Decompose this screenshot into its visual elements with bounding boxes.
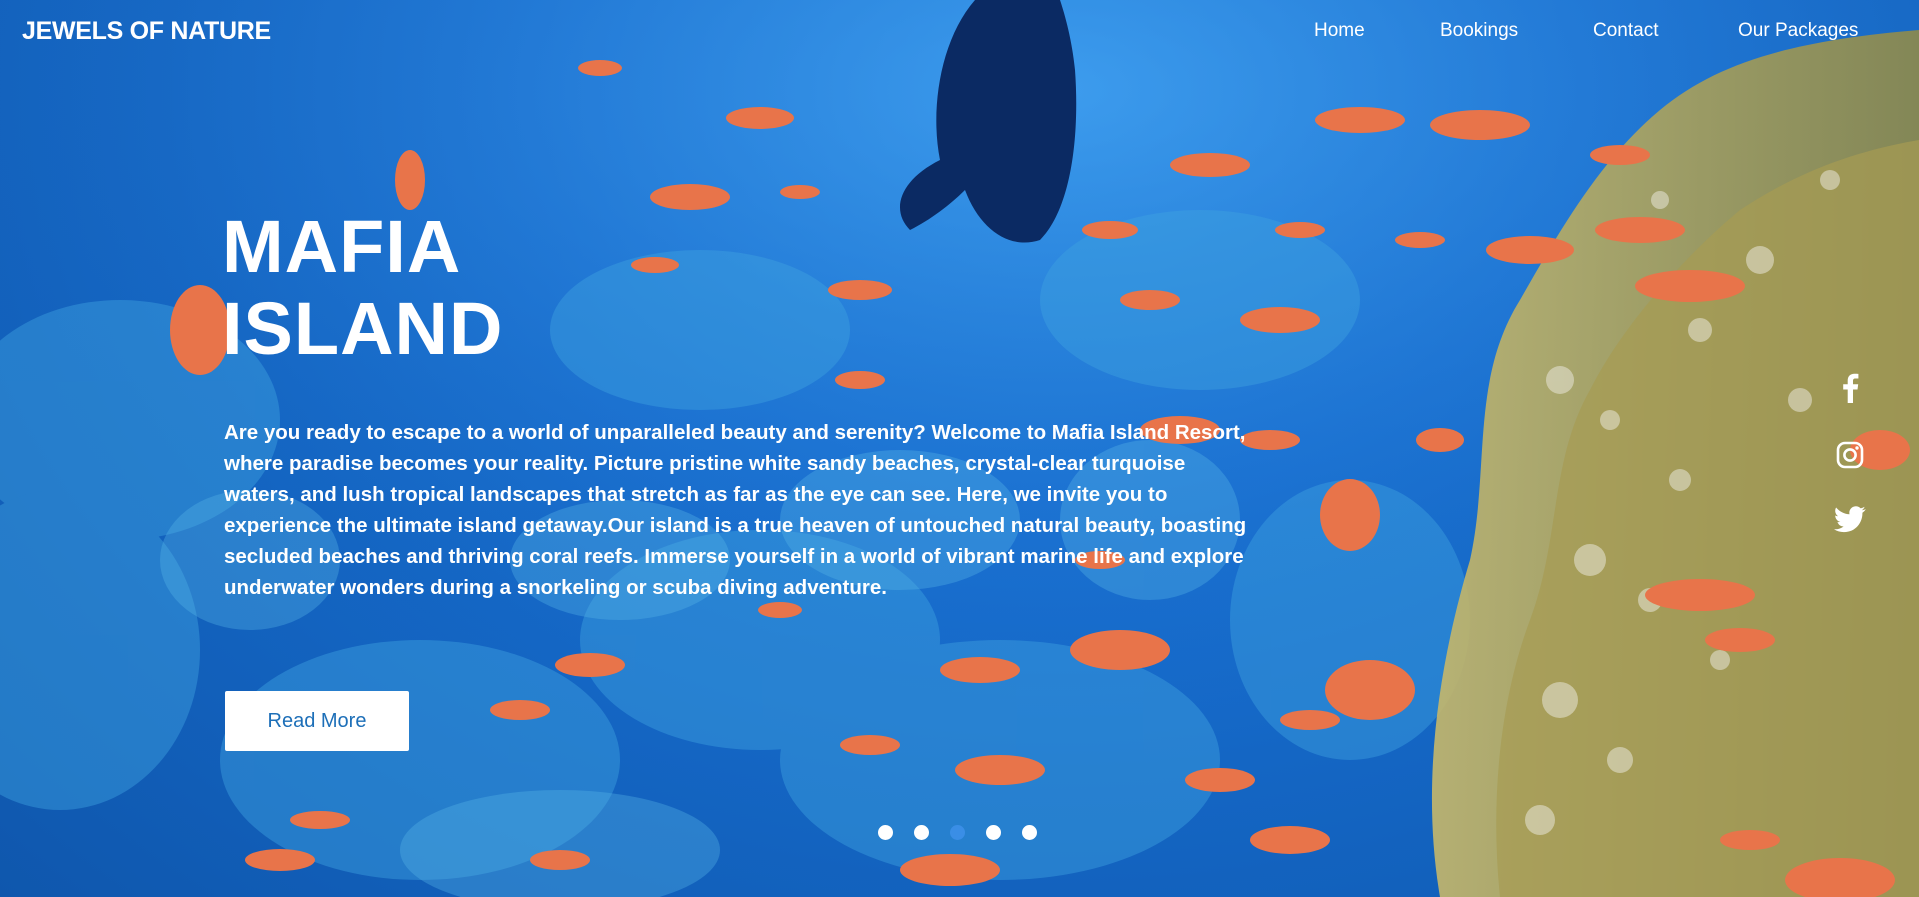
nav-item-bookings[interactable]: Bookings <box>1440 20 1518 42</box>
carousel-dot-1[interactable] <box>878 825 893 840</box>
hero-title-line-1: MAFIA <box>222 205 462 288</box>
main-nav: Home Bookings Contact Our Packages <box>0 20 1919 50</box>
carousel-dot-2[interactable] <box>914 825 929 840</box>
twitter-icon <box>1834 505 1866 532</box>
nav-item-home[interactable]: Home <box>1314 20 1365 42</box>
nav-item-contact[interactable]: Contact <box>1593 20 1658 42</box>
nav-item-our-packages[interactable]: Our Packages <box>1738 20 1858 42</box>
instagram-link[interactable] <box>1832 437 1868 473</box>
carousel-dot-5[interactable] <box>1022 825 1037 840</box>
hero-section: JEWELS OF NATURE Home Bookings Contact O… <box>0 0 1919 897</box>
twitter-link[interactable] <box>1832 501 1868 537</box>
read-more-button[interactable]: Read More <box>225 691 409 751</box>
hero-title-line-2: ISLAND <box>222 287 504 370</box>
hero-description: Are you ready to escape to a world of un… <box>224 421 1247 599</box>
hero-title: MAFIA ISLAND <box>222 206 822 370</box>
facebook-link[interactable] <box>1832 370 1868 406</box>
facebook-icon <box>1843 373 1859 403</box>
instagram-icon <box>1836 441 1864 469</box>
carousel-dot-3[interactable] <box>950 825 965 840</box>
carousel-dot-4[interactable] <box>986 825 1001 840</box>
